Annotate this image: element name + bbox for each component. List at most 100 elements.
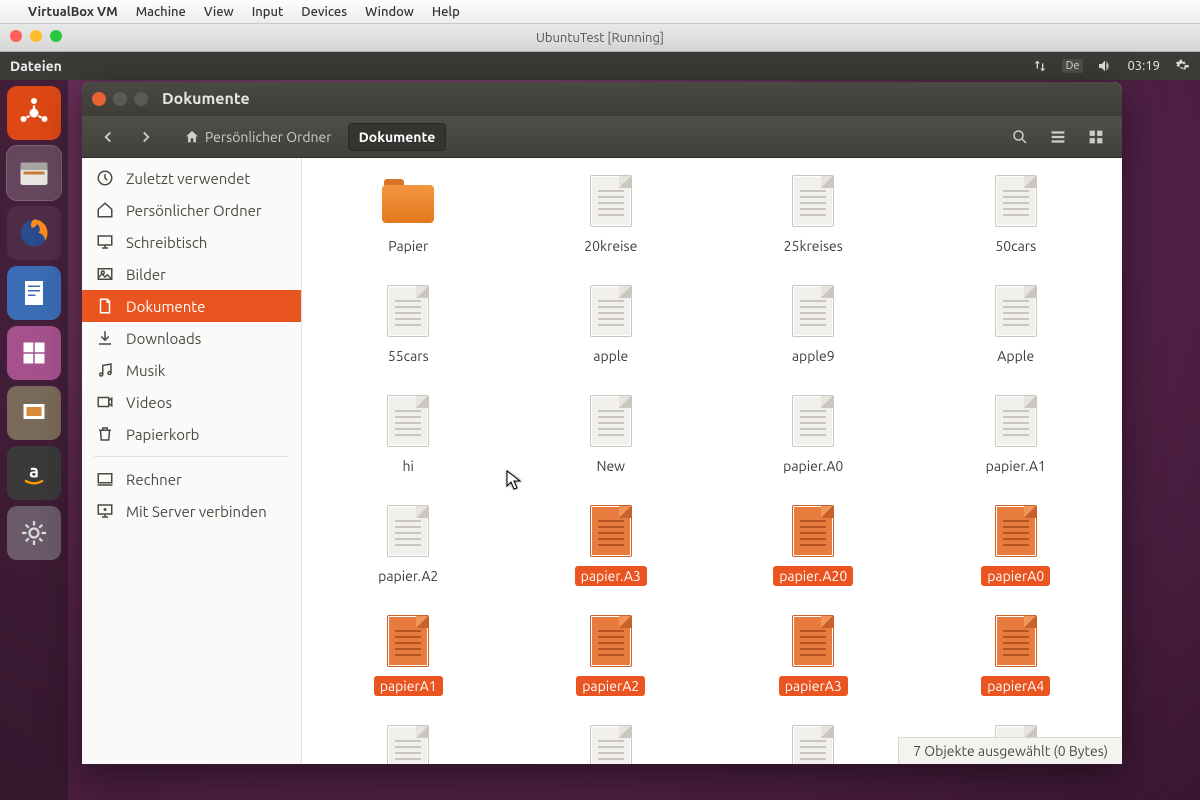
clock[interactable]: 03:19	[1127, 59, 1160, 73]
sidebar-item-documents[interactable]: Dokumente	[82, 290, 301, 322]
mac-menubar[interactable]: VirtualBox VM Machine View Input Devices…	[0, 0, 1200, 24]
document-icon	[590, 615, 632, 667]
file-label: papier.A20	[773, 566, 853, 586]
file-item[interactable]: New	[515, 392, 708, 476]
file-item[interactable]: papier.A2	[312, 502, 505, 586]
search-button[interactable]	[1004, 121, 1036, 153]
document-icon	[995, 285, 1037, 337]
window-minimize-button[interactable]	[113, 92, 127, 106]
launcher-dash[interactable]	[7, 86, 61, 140]
videos-icon	[96, 393, 114, 411]
window-titlebar[interactable]: Dokumente	[82, 82, 1122, 116]
document-icon	[792, 285, 834, 337]
document-icon	[387, 615, 429, 667]
trash-icon	[96, 425, 114, 443]
breadcrumb-current[interactable]: Dokumente	[348, 123, 447, 151]
file-label: 55cars	[382, 346, 435, 366]
session-indicator-icon[interactable]	[1174, 58, 1190, 74]
file-item[interactable]: Sonne	[312, 722, 505, 764]
mac-traffic-lights	[10, 30, 62, 42]
file-item[interactable]: 55cars	[312, 282, 505, 366]
sidebar-item-network[interactable]: Mit Server verbinden	[82, 495, 301, 527]
sidebar-item-home[interactable]: Persönlicher Ordner	[82, 194, 301, 226]
file-label: apple	[587, 346, 634, 366]
sidebar-item-label: Downloads	[126, 330, 201, 347]
launcher-firefox[interactable]	[7, 206, 61, 260]
breadcrumb-home[interactable]: Persönlicher Ordner	[174, 124, 342, 150]
folder-item[interactable]: Papier	[312, 172, 505, 256]
network-indicator-icon[interactable]	[1032, 58, 1048, 74]
document-icon	[590, 505, 632, 557]
file-item[interactable]: 50cars	[920, 172, 1113, 256]
unity-launcher: a	[0, 80, 68, 800]
file-item[interactable]: apple	[515, 282, 708, 366]
document-icon	[792, 395, 834, 447]
file-item[interactable]: Stern	[717, 722, 910, 764]
file-item[interactable]: apple9	[717, 282, 910, 366]
mac-window-titlebar: UbuntuTest [Running]	[0, 24, 1200, 52]
mac-minimize-button[interactable]	[30, 30, 42, 42]
icon-view[interactable]: Papier20kreise25kreises50cars 55cars apple…	[302, 158, 1122, 764]
sidebar-item-downloads[interactable]: Downloads	[82, 322, 301, 354]
mac-menu-machine[interactable]: Machine	[136, 5, 186, 19]
file-item[interactable]: papierA1	[312, 612, 505, 696]
file-label: papierA1	[374, 676, 443, 696]
mac-app-name[interactable]: VirtualBox VM	[28, 5, 118, 19]
ubuntu-top-panel: Dateien De 03:19	[0, 52, 1200, 80]
sidebar-item-pictures[interactable]: Bilder	[82, 258, 301, 290]
sound-indicator-icon[interactable]	[1097, 58, 1113, 74]
file-label: apple9	[786, 346, 841, 366]
mac-zoom-button[interactable]	[50, 30, 62, 42]
sidebar-item-recent[interactable]: Zuletzt verwendet	[82, 162, 301, 194]
sidebar-item-desktop[interactable]: Schreibtisch	[82, 226, 301, 258]
sidebar-item-videos[interactable]: Videos	[82, 386, 301, 418]
mac-close-button[interactable]	[10, 30, 22, 42]
mac-menu-help[interactable]: Help	[432, 5, 460, 19]
file-label: papier.A2	[372, 566, 444, 586]
file-item[interactable]: papier.A20	[717, 502, 910, 586]
file-label: New	[590, 456, 631, 476]
file-item[interactable]: papier.A3	[515, 502, 708, 586]
launcher-writer[interactable]	[7, 266, 61, 320]
folder-icon	[382, 179, 434, 223]
mac-menu-view[interactable]: View	[204, 5, 234, 19]
file-item[interactable]: papierA4	[920, 612, 1113, 696]
nav-back-button[interactable]	[92, 121, 124, 153]
file-item[interactable]: 20kreise	[515, 172, 708, 256]
ubuntu-active-app[interactable]: Dateien	[10, 58, 62, 74]
file-item[interactable]: papierA0	[920, 502, 1113, 586]
sidebar-item-label: Dokumente	[126, 298, 205, 315]
file-item[interactable]: papier.A0	[717, 392, 910, 476]
window-close-button[interactable]	[92, 92, 106, 106]
mac-menu-devices[interactable]: Devices	[301, 5, 347, 19]
sidebar-item-music[interactable]: Musik	[82, 354, 301, 386]
document-icon	[387, 725, 429, 764]
launcher-files[interactable]	[7, 146, 61, 200]
launcher-impress[interactable]	[7, 386, 61, 440]
mac-menu-input[interactable]: Input	[252, 5, 284, 19]
view-grid-button[interactable]	[1080, 121, 1112, 153]
launcher-amazon[interactable]: a	[7, 446, 61, 500]
file-label: papier.A1	[980, 456, 1052, 476]
document-icon	[387, 395, 429, 447]
keyboard-layout-indicator[interactable]: De	[1062, 59, 1084, 73]
launcher-settings[interactable]	[7, 506, 61, 560]
file-item[interactable]: Apple	[920, 282, 1113, 366]
file-item[interactable]: papierA3	[717, 612, 910, 696]
document-icon	[387, 505, 429, 557]
file-item[interactable]: Sonnen	[515, 722, 708, 764]
sidebar-item-trash[interactable]: Papierkorb	[82, 418, 301, 450]
mac-menu-window[interactable]: Window	[365, 5, 414, 19]
file-item[interactable]: 25kreises	[717, 172, 910, 256]
launcher-calc[interactable]	[7, 326, 61, 380]
sidebar-item-computer[interactable]: Rechner	[82, 463, 301, 495]
file-item[interactable]: papier.A1	[920, 392, 1113, 476]
file-item[interactable]: papierA2	[515, 612, 708, 696]
file-item[interactable]: hi	[312, 392, 505, 476]
documents-icon	[96, 297, 114, 315]
nav-forward-button[interactable]	[130, 121, 162, 153]
breadcrumb-home-label: Persönlicher Ordner	[205, 129, 332, 145]
document-icon	[590, 285, 632, 337]
view-list-button[interactable]	[1042, 121, 1074, 153]
window-maximize-button[interactable]	[134, 92, 148, 106]
